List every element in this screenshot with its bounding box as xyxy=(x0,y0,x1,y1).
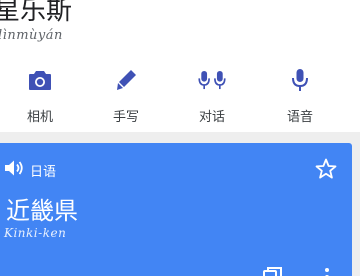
star-icon[interactable] xyxy=(314,157,338,181)
target-language-label: 日语 xyxy=(30,164,57,180)
copy-icon[interactable] xyxy=(262,266,284,276)
more-options-icon[interactable] xyxy=(322,266,332,276)
source-text[interactable]: 星乐斯 xyxy=(0,0,72,27)
voice-mic-icon xyxy=(286,66,314,94)
conversation-mic-icon xyxy=(198,66,226,94)
input-tools-bar: 相机 手写 对话 语音 xyxy=(0,62,360,128)
voice-label: 语音 xyxy=(286,110,313,125)
translated-romanization: Kinki-ken xyxy=(4,226,67,240)
camera-icon xyxy=(26,66,54,94)
conversation-button[interactable]: 对话 xyxy=(172,62,252,128)
input-card: 星乐斯 lìnmùyán 相机 手写 对话 语音 xyxy=(0,0,360,132)
conversation-label: 对话 xyxy=(198,110,225,125)
speaker-icon[interactable] xyxy=(4,159,24,181)
translation-card[interactable]: 日语 近畿県 Kinki-ken xyxy=(0,143,352,276)
handwriting-label: 手写 xyxy=(112,110,139,125)
target-language-row: 日语 xyxy=(4,159,56,181)
translated-text: 近畿県 xyxy=(6,197,78,225)
camera-label: 相机 xyxy=(26,110,53,125)
camera-button[interactable]: 相机 xyxy=(0,62,80,128)
handwriting-pen-icon xyxy=(112,66,140,94)
source-pinyin: lìnmùyán xyxy=(0,28,63,43)
handwriting-button[interactable]: 手写 xyxy=(86,62,166,128)
voice-button[interactable]: 语音 xyxy=(260,62,340,128)
